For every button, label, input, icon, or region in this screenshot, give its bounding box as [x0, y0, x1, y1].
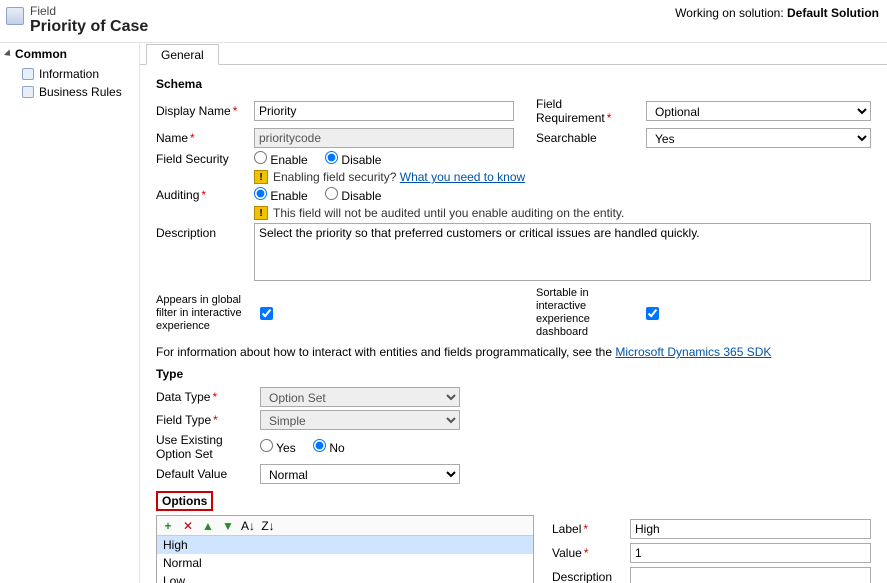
data-type-label: Data Type — [156, 390, 260, 404]
option-item[interactable]: Low — [157, 572, 533, 583]
option-value-input[interactable] — [630, 543, 871, 563]
global-filter-label: Appears in global filter in interactive … — [156, 294, 260, 333]
auditing-disable[interactable]: Disable — [325, 189, 381, 203]
sdk-info: For information about how to interact wi… — [156, 345, 871, 359]
sidebar-item-information[interactable]: Information — [6, 65, 133, 83]
tab-general[interactable]: General — [146, 44, 219, 65]
description-label: Description — [156, 223, 254, 240]
option-label-input[interactable] — [630, 519, 871, 539]
global-filter-checkbox[interactable] — [260, 307, 273, 320]
default-value-select[interactable]: Normal — [260, 464, 460, 484]
sdk-link[interactable]: Microsoft Dynamics 365 SDK — [615, 345, 771, 359]
field-security-link[interactable]: What you need to know — [400, 170, 525, 184]
options-list[interactable]: HighNormalLowCritical — [157, 536, 533, 583]
section-schema-title: Schema — [156, 77, 871, 91]
description-textarea[interactable] — [254, 223, 871, 281]
field-requirement-label: Field Requirement — [536, 97, 646, 125]
sortable-checkbox[interactable] — [646, 307, 659, 320]
field-type-label: Field Type — [156, 413, 260, 427]
sortable-label: Sortable in interactive experience dashb… — [536, 287, 646, 339]
add-icon[interactable]: + — [161, 519, 175, 533]
auditing-label: Auditing — [156, 188, 254, 202]
entity-icon — [6, 7, 24, 25]
warning-icon: ! — [254, 206, 268, 220]
collapse-icon — [4, 49, 13, 58]
display-name-input[interactable] — [254, 101, 514, 121]
option-desc-label: Description — [552, 567, 630, 583]
data-type-select: Option Set — [260, 387, 460, 407]
option-details: Label Value Description Color — [552, 515, 871, 583]
tab-content: Schema Display Name Field Requirement Op… — [140, 65, 887, 583]
use-existing-no[interactable]: No — [313, 441, 345, 455]
sidebar-item-business-rules[interactable]: Business Rules — [6, 83, 133, 101]
header-small-title: Field — [30, 4, 675, 18]
name-input — [254, 128, 514, 148]
searchable-select[interactable]: Yes — [646, 128, 871, 148]
field-requirement-select[interactable]: Optional — [646, 101, 871, 121]
use-existing-yes[interactable]: Yes — [260, 441, 296, 455]
info-icon — [22, 68, 34, 80]
solution-label: Working on solution: Default Solution — [675, 4, 879, 20]
header-big-title: Priority of Case — [30, 18, 675, 36]
use-existing-label: Use Existing Option Set — [156, 433, 260, 461]
field-security-warning: Enabling field security? What you need t… — [273, 170, 525, 184]
field-security-disable[interactable]: Disable — [325, 153, 381, 167]
sidebar: Common Information Business Rules — [0, 43, 140, 583]
auditing-warning: This field will not be audited until you… — [273, 206, 624, 220]
page-header: Field Priority of Case Working on soluti… — [0, 0, 887, 43]
options-toolbar: + ✕ ▲ ▼ A↓ Z↓ — [157, 516, 533, 536]
field-security-enable[interactable]: Enable — [254, 153, 308, 167]
option-item[interactable]: Normal — [157, 554, 533, 572]
warning-icon: ! — [254, 170, 268, 184]
option-label-label: Label — [552, 522, 630, 536]
searchable-label: Searchable — [536, 131, 646, 145]
name-label: Name — [156, 131, 254, 145]
delete-icon[interactable]: ✕ — [181, 519, 195, 533]
options-panel: + ✕ ▲ ▼ A↓ Z↓ HighNormalLowCritical — [156, 515, 534, 583]
move-up-icon[interactable]: ▲ — [201, 519, 215, 533]
default-value-label: Default Value — [156, 467, 260, 481]
option-item[interactable]: High — [157, 536, 533, 554]
sort-asc-icon[interactable]: A↓ — [241, 519, 255, 533]
option-value-label: Value — [552, 546, 630, 560]
rules-icon — [22, 86, 34, 98]
option-desc-textarea[interactable] — [630, 567, 871, 583]
display-name-label: Display Name — [156, 104, 254, 118]
field-type-select: Simple — [260, 410, 460, 430]
sidebar-root-common[interactable]: Common — [6, 47, 133, 61]
sort-desc-icon[interactable]: Z↓ — [261, 519, 275, 533]
field-security-label: Field Security — [156, 152, 254, 166]
section-type-title: Type — [156, 367, 871, 381]
move-down-icon[interactable]: ▼ — [221, 519, 235, 533]
auditing-enable[interactable]: Enable — [254, 189, 308, 203]
section-options-title: Options — [156, 491, 213, 511]
tab-bar: General — [140, 43, 887, 65]
